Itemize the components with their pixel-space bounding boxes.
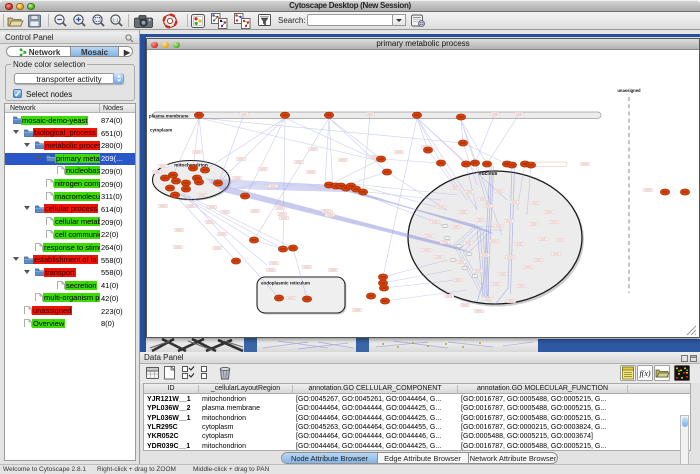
- svg-text:plasma membrane: plasma membrane: [149, 114, 189, 119]
- svg-text:1:1: 1:1: [112, 17, 119, 22]
- svg-text:nucleus: nucleus: [479, 171, 498, 177]
- svg-text:f(x): f(x): [639, 369, 650, 378]
- svg-text:unassigned: unassigned: [617, 88, 641, 93]
- svg-text:cytoplasm: cytoplasm: [150, 127, 172, 132]
